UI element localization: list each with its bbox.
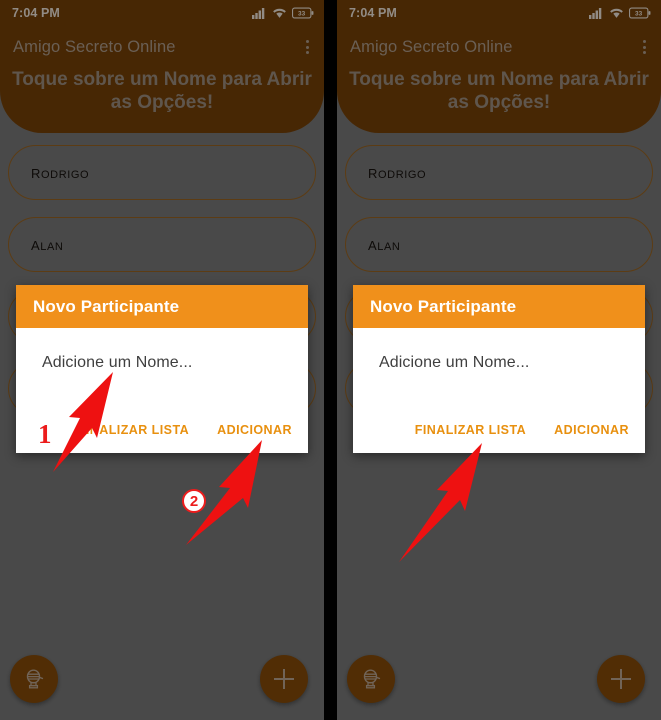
signal-bars-icon [589,8,602,19]
list-item-label: Alan [31,233,64,255]
plus-icon [611,669,631,689]
list-item[interactable]: Alan [8,217,316,272]
raffle-draw-icon [26,669,44,689]
phone-panel-right: 7:04 PM 33 Amigo Secreto Online Toque so… [337,0,661,720]
add-button[interactable]: ADICIONAR [215,419,294,441]
battery-level-text: 33 [635,10,643,17]
app-title: Amigo Secreto Online [350,37,513,56]
dialog-title: Novo Participante [370,296,517,316]
finish-list-button[interactable]: FINALIZAR LISTA [76,419,191,441]
app-header: 7:04 PM 33 Amigo Secreto Online Toque so… [337,0,661,133]
app-bar: Amigo Secreto Online [337,26,661,68]
dialog-body: Adicione um Nome... [353,328,645,407]
signal-bars-icon [252,8,265,19]
name-input[interactable]: Adicione um Nome... [42,354,308,372]
header-subtitle: Toque sobre um Nome para Abrir as Opções… [349,69,649,113]
dialog-body: Adicione um Nome... [16,328,308,407]
add-button[interactable]: ADICIONAR [552,419,631,441]
name-input[interactable]: Adicione um Nome... [379,354,645,372]
more-vertical-icon[interactable] [303,36,312,58]
status-time: 7:04 PM [349,6,397,20]
status-bar: 7:04 PM 33 [0,0,324,26]
list-item-label: Rodrigo [31,161,90,183]
header-subtitle: Toque sobre um Nome para Abrir as Opções… [12,69,312,113]
list-item[interactable]: Rodrigo [8,145,316,200]
status-icons: 33 [589,7,651,19]
battery-icon: 33 [629,7,651,19]
dialog-actions: FINALIZAR LISTA ADICIONAR [16,407,308,453]
more-vertical-icon[interactable] [640,36,649,58]
wifi-icon [610,8,623,18]
new-participant-dialog: Novo Participante Adicione um Nome... FI… [16,285,308,453]
raffle-draw-fab[interactable] [347,655,395,703]
new-participant-dialog: Novo Participante Adicione um Nome... FI… [353,285,645,453]
screenshot-root: 7:04 PM 33 Amigo Secreto Online Toque so… [0,0,661,720]
add-participant-fab[interactable] [260,655,308,703]
app-title: Amigo Secreto Online [13,37,176,56]
dialog-header: Novo Participante [353,285,645,328]
status-bar: 7:04 PM 33 [337,0,661,26]
raffle-draw-icon [363,669,381,689]
list-item-label: Alan [368,233,401,255]
phone-panel-left: 7:04 PM 33 Amigo Secreto Online Toque so… [0,0,324,720]
battery-level-text: 33 [298,10,306,17]
finish-list-button[interactable]: FINALIZAR LISTA [413,419,528,441]
list-item-label: Rodrigo [368,161,427,183]
plus-icon [274,669,294,689]
list-item[interactable]: Alan [345,217,653,272]
add-participant-fab[interactable] [597,655,645,703]
status-time: 7:04 PM [12,6,60,20]
wifi-icon [273,8,286,18]
app-bar: Amigo Secreto Online [0,26,324,68]
dialog-title: Novo Participante [33,296,180,316]
app-header: 7:04 PM 33 Amigo Secreto Online Toque so… [0,0,324,133]
panel-divider [324,0,337,720]
dialog-actions: FINALIZAR LISTA ADICIONAR [353,407,645,453]
status-icons: 33 [252,7,314,19]
battery-icon: 33 [292,7,314,19]
dialog-header: Novo Participante [16,285,308,328]
list-item[interactable]: Rodrigo [345,145,653,200]
raffle-draw-fab[interactable] [10,655,58,703]
